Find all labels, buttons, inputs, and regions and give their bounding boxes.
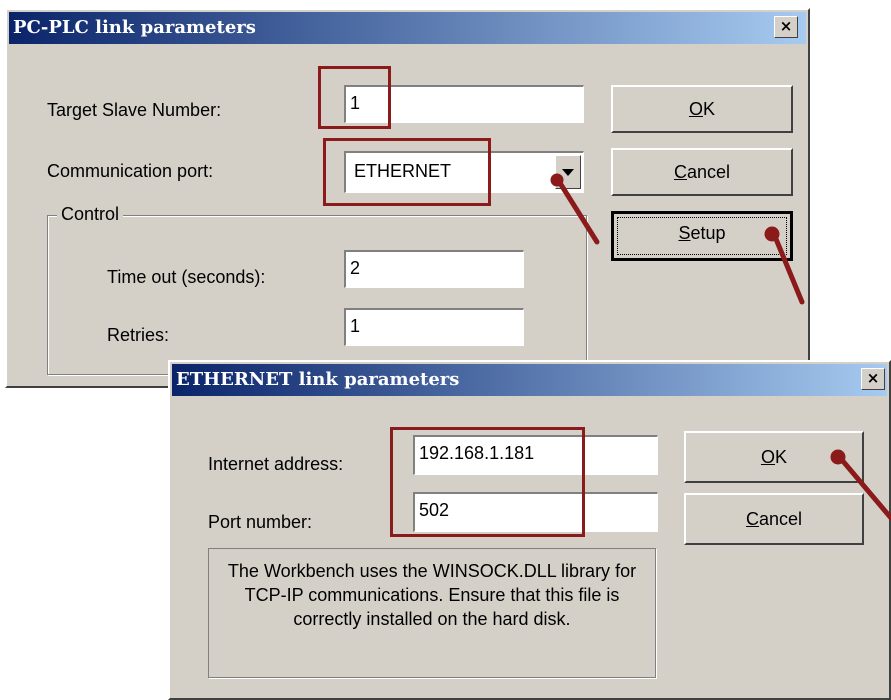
- arrow-to-dropdown: [557, 180, 600, 245]
- arrow-to-ok-dot: [830, 449, 846, 465]
- arrow-to-dropdown-dot: [550, 173, 564, 187]
- arrow-to-ok: [839, 457, 891, 521]
- arrow-to-setup: [773, 236, 805, 305]
- annotation-arrows: [550, 173, 891, 521]
- arrow-to-setup-dot: [764, 226, 780, 242]
